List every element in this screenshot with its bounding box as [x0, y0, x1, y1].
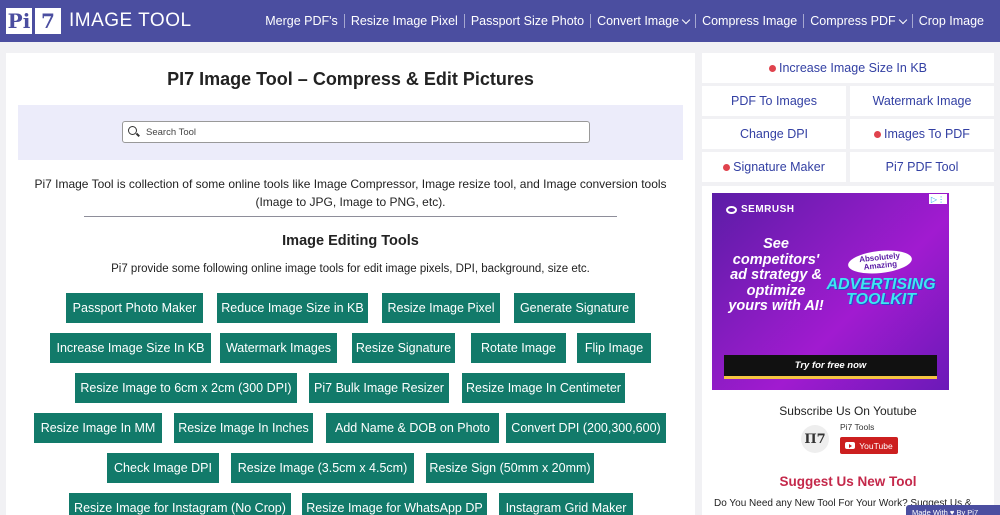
- search-input[interactable]: [146, 126, 566, 138]
- logo-text: IMAGE TOOL: [69, 10, 192, 31]
- tool-button-resize-whatsapp-dp[interactable]: Resize Image for WhatsApp DP: [302, 493, 487, 515]
- channel-name: Pi7 Tools: [840, 422, 875, 432]
- tool-button-resize-image-pixel[interactable]: Resize Image Pixel: [382, 293, 500, 323]
- sidebar-link-signature-maker[interactable]: Signature Maker: [702, 152, 846, 182]
- chevron-down-icon: [681, 15, 691, 24]
- search-box[interactable]: [122, 121, 590, 143]
- channel-logo[interactable]: Π7: [801, 425, 829, 453]
- ad-headline: See competitors' ad strategy & optimize …: [728, 236, 824, 314]
- nav-passport-size-photo[interactable]: Passport Size Photo: [463, 14, 590, 28]
- sidebar-link-label: Signature Maker: [733, 160, 825, 174]
- nav-label: Convert Image: [597, 14, 680, 28]
- tool-button-increase-image-size-kb[interactable]: Increase Image Size In KB: [50, 333, 211, 363]
- nav-label: Resize Image Pixel: [350, 14, 458, 28]
- suggest-tool-title: Suggest Us New Tool: [779, 474, 917, 489]
- ad-cta-button[interactable]: Try for free now: [724, 355, 937, 379]
- tool-button-resize-3-5-4-5[interactable]: Resize Image (3.5cm x 4.5cm): [231, 453, 414, 483]
- section-subtitle: Pi7 provide some following online image …: [111, 263, 590, 275]
- tool-button-instagram-grid-maker[interactable]: Instagram Grid Maker: [499, 493, 633, 515]
- sidebar-link-label: Increase Image Size In KB: [779, 61, 927, 75]
- nav-label: Compress Image: [702, 14, 798, 28]
- semrush-logo-icon: [726, 205, 737, 214]
- nav-label: Passport Size Photo: [470, 14, 585, 28]
- site-logo[interactable]: Pi 7 IMAGE TOOL: [6, 8, 192, 34]
- tool-button-resize-signature[interactable]: Resize Signature: [352, 333, 455, 363]
- tool-button-resize-centimeter[interactable]: Resize Image In Centimeter: [462, 373, 625, 403]
- hot-dot-icon: [723, 163, 731, 171]
- main-content-panel: PI7 Image Tool – Compress & Edit Picture…: [6, 53, 695, 515]
- ad-toolkit-text: ADVERTISING TOOLKIT: [826, 276, 936, 308]
- chevron-down-icon: [898, 15, 907, 24]
- tool-button-resize-instagram[interactable]: Resize Image for Instagram (No Crop): [69, 493, 291, 515]
- sidebar-link-label: Change DPI: [739, 127, 809, 141]
- subscribe-title: Subscribe Us On Youtube: [779, 404, 917, 418]
- main-nav: Merge PDF's Resize Image Pixel Passport …: [259, 0, 990, 42]
- tool-button-check-image-dpi[interactable]: Check Image DPI: [107, 453, 219, 483]
- sidebar-link-change-dpi[interactable]: Change DPI: [702, 119, 846, 149]
- ad-badge-line2: Amazing: [863, 259, 898, 272]
- tool-button-rotate-image[interactable]: Rotate Image: [471, 333, 566, 363]
- youtube-play-icon: [845, 442, 856, 449]
- sidebar-link-increase-image-size[interactable]: Increase Image Size In KB: [702, 53, 994, 83]
- tool-button-resize-inches[interactable]: Resize Image In Inches: [174, 413, 313, 443]
- tool-button-passport-photo-maker[interactable]: Passport Photo Maker: [66, 293, 203, 323]
- hot-dot-icon: [769, 64, 776, 72]
- section-title: Image Editing Tools: [282, 233, 419, 249]
- tool-button-resize-mm[interactable]: Resize Image In MM: [34, 413, 162, 443]
- adchoices-icon[interactable]: ▷⋮: [929, 194, 947, 204]
- sidebar-link-pdf-to-images[interactable]: PDF To Images: [702, 86, 846, 116]
- nav-compress-image[interactable]: Compress Image: [695, 14, 803, 28]
- tool-button-bulk-image-resizer[interactable]: Pi7 Bulk Image Resizer: [309, 373, 449, 403]
- top-navbar: Pi 7 IMAGE TOOL Merge PDF's Resize Image…: [0, 0, 1000, 42]
- nav-crop-image[interactable]: Crop Image: [911, 14, 990, 28]
- logo-letter-7: 7: [35, 8, 61, 34]
- sidebar-link-label: PDF To Images: [731, 94, 817, 108]
- nav-merge-pdfs[interactable]: Merge PDF's: [259, 14, 344, 28]
- intro-text: Pi7 Image Tool is collection of some onl…: [34, 177, 667, 209]
- nav-label: Merge PDF's: [265, 14, 338, 28]
- sidebar-link-watermark-image[interactable]: Watermark Image: [850, 86, 994, 116]
- search-section: [18, 105, 683, 160]
- made-with-badge[interactable]: Made With ♥ By Pi7: [906, 505, 1000, 515]
- sidebar-link-label: Pi7 PDF Tool: [885, 160, 959, 174]
- tool-button-convert-dpi[interactable]: Convert DPI (200,300,600): [506, 413, 666, 443]
- sidebar-link-label: Images To PDF: [884, 127, 970, 141]
- divider: [84, 216, 617, 217]
- ad-brand: SEMRUSH: [726, 204, 795, 215]
- tool-button-flip-image[interactable]: Flip Image: [577, 333, 651, 363]
- tool-button-resize-sign[interactable]: Resize Sign (50mm x 20mm): [426, 453, 594, 483]
- nav-label: Compress PDF: [810, 14, 896, 28]
- nav-compress-pdf[interactable]: Compress PDF: [803, 14, 911, 28]
- tool-button-resize-6cm-2cm[interactable]: Resize Image to 6cm x 2cm (300 DPI): [75, 373, 297, 403]
- sidebar-link-pi7-pdf-tool[interactable]: Pi7 PDF Tool: [850, 152, 994, 182]
- tool-button-watermark-images[interactable]: Watermark Images: [220, 333, 337, 363]
- sidebar-link-images-to-pdf[interactable]: Images To PDF: [850, 119, 994, 149]
- tool-button-reduce-image-size-kb[interactable]: Reduce Image Size in KB: [217, 293, 368, 323]
- sidebar-link-label: Watermark Image: [872, 94, 972, 108]
- nav-label: Crop Image: [918, 14, 984, 28]
- logo-letter-pi: Pi: [6, 8, 32, 34]
- advertisement-banner[interactable]: SEMRUSH ▷⋮ See competitors' ad strategy …: [712, 193, 949, 390]
- youtube-subscribe-button[interactable]: YouTube: [840, 437, 898, 454]
- tool-button-add-name-dob[interactable]: Add Name & DOB on Photo: [326, 413, 499, 443]
- hot-dot-icon: [874, 130, 882, 138]
- nav-resize-image-pixel[interactable]: Resize Image Pixel: [343, 14, 464, 28]
- search-icon: [128, 126, 140, 138]
- tool-button-generate-signature[interactable]: Generate Signature: [514, 293, 635, 323]
- youtube-button-label: YouTube: [859, 440, 893, 451]
- nav-convert-image[interactable]: Convert Image: [590, 14, 695, 28]
- page-title: PI7 Image Tool – Compress & Edit Picture…: [167, 69, 534, 89]
- ad-brand-text: SEMRUSH: [741, 204, 795, 215]
